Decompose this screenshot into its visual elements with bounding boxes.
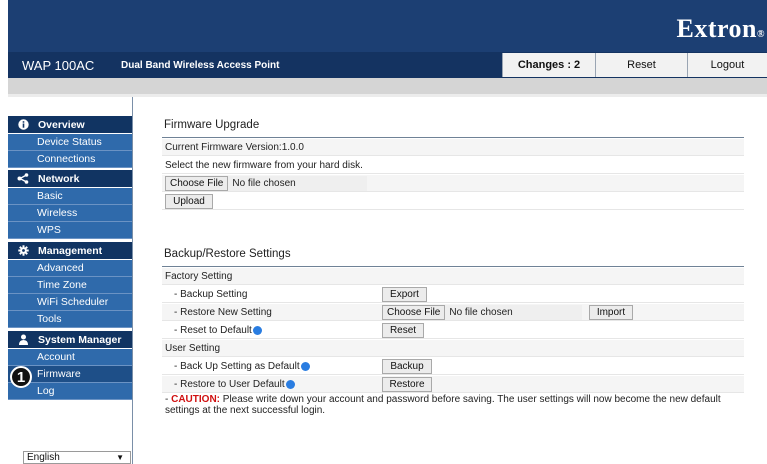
upload-row	[162, 193, 744, 210]
import-button[interactable]: Import	[589, 305, 633, 320]
sidebar-item-account[interactable]: Account	[8, 349, 132, 366]
caution-text: Please write down your account and passw…	[165, 394, 721, 416]
reset-to-default-label: - Reset to Default	[174, 324, 252, 336]
upload-button[interactable]: Upload	[165, 194, 213, 209]
caution-label: CAUTION:	[171, 394, 220, 405]
restore-user-default-row: - Restore to User Default	[162, 376, 744, 393]
reset-header-button[interactable]: Reset	[595, 53, 687, 77]
backup-setting-label: - Backup Setting	[174, 288, 248, 300]
sidebar-item-wireless[interactable]: Wireless	[8, 205, 132, 222]
backup-as-default-label: - Back Up Setting as Default	[174, 360, 300, 372]
export-button[interactable]: Export	[382, 287, 427, 302]
sidebar-section-label: Overview	[38, 118, 85, 131]
logout-button[interactable]: Logout	[687, 53, 767, 77]
backup-as-default-row: - Back Up Setting as Default	[162, 358, 744, 375]
sidebar-section-management[interactable]: Management	[8, 242, 132, 259]
dropdown-arrow-icon: ▼	[116, 453, 124, 462]
section-divider	[162, 137, 744, 138]
language-select[interactable]: English ▼	[23, 451, 131, 464]
header-strip	[8, 78, 767, 94]
sidebar-item-basic[interactable]: Basic	[8, 188, 132, 205]
sidebar-item-wifi-scheduler[interactable]: WiFi Scheduler	[8, 294, 132, 311]
sidebar-section-label: System Manager	[38, 333, 122, 346]
sidebar-item-tools[interactable]: Tools	[8, 311, 132, 328]
choose-file-button[interactable]: Choose File	[165, 176, 229, 191]
restore-new-setting-label: - Restore New Setting	[174, 306, 272, 318]
extron-logo: Extron®	[676, 14, 765, 43]
callout-number-badge: 1	[10, 366, 32, 388]
sidebar-item-wps[interactable]: WPS	[8, 222, 132, 239]
choose-file-button[interactable]: Choose File	[382, 305, 446, 320]
firmware-upgrade-title: Firmware Upgrade	[164, 119, 260, 131]
caution-note: - CAUTION: Please write down your accoun…	[165, 394, 721, 416]
sidebar-item-connections[interactable]: Connections	[8, 151, 132, 168]
firmware-file-input[interactable]: Choose File No file chosen	[165, 176, 367, 191]
sidebar-section-system-manager[interactable]: System Manager	[8, 331, 132, 348]
gear-icon	[16, 245, 30, 256]
model-name: WAP 100AC	[22, 58, 95, 73]
sidebar-section-label: Management	[38, 244, 103, 257]
changes-button[interactable]: Changes : 2	[502, 53, 595, 77]
info-icon[interactable]	[252, 325, 262, 335]
product-name: Dual Band Wireless Access Point	[121, 60, 280, 71]
sidebar-item-time-zone[interactable]: Time Zone	[8, 277, 132, 294]
language-value: English	[27, 452, 60, 463]
info-icon	[16, 119, 30, 130]
title-bar: WAP 100AC Dual Band Wireless Access Poin…	[8, 52, 767, 78]
section-divider	[162, 266, 744, 267]
sidebar-section-overview[interactable]: Overview	[8, 116, 132, 133]
no-file-chosen-text: No file chosen	[449, 307, 513, 318]
restore-button[interactable]: Restore	[382, 377, 432, 392]
current-firmware-version: Current Firmware Version:1.0.0	[162, 139, 744, 156]
info-icon[interactable]	[300, 361, 310, 371]
reset-button[interactable]: Reset	[382, 323, 424, 338]
user-setting-heading: User Setting	[162, 340, 744, 357]
reset-to-default-row: - Reset to Default	[162, 322, 744, 339]
sidebar-section-label: Network	[38, 172, 80, 185]
restore-user-default-label: - Restore to User Default	[174, 378, 285, 390]
backup-setting-row: - Backup Setting	[162, 286, 744, 303]
sidebar-section-network[interactable]: Network	[8, 170, 132, 187]
factory-setting-heading: Factory Setting	[162, 268, 744, 285]
select-firmware-text: Select the new firmware from your hard d…	[162, 157, 744, 174]
sidebar-item-device-status[interactable]: Device Status	[8, 134, 132, 151]
backup-restore-title: Backup/Restore Settings	[164, 248, 291, 260]
backup-button[interactable]: Backup	[382, 359, 432, 374]
no-file-chosen-text: No file chosen	[232, 178, 296, 189]
sidebar-item-advanced[interactable]: Advanced	[8, 260, 132, 277]
restore-file-input[interactable]: Choose File No file chosen	[382, 305, 582, 320]
user-icon	[16, 334, 30, 345]
share-icon	[16, 173, 30, 184]
info-icon[interactable]	[285, 379, 295, 389]
sidebar: Overview Device Status Connections Netwo…	[8, 97, 133, 464]
top-banner: Extron®	[8, 0, 767, 52]
